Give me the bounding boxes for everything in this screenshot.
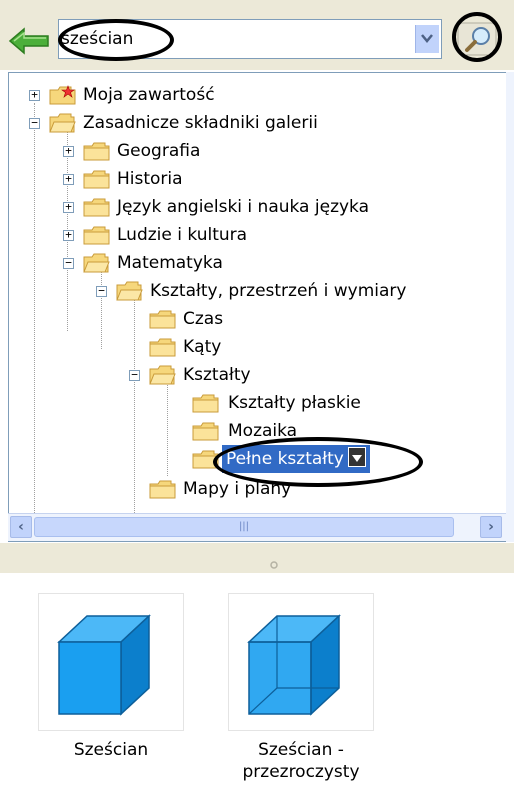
expand-icon[interactable]: + bbox=[63, 173, 74, 185]
tree-item-label: Kąty bbox=[183, 337, 222, 357]
result-caption: Sześcian bbox=[38, 739, 184, 761]
cube-icon bbox=[57, 614, 151, 716]
tree-item-label: Mozaika bbox=[228, 421, 298, 441]
folder-icon bbox=[149, 480, 176, 499]
tree-item-geografia[interactable]: + Geografia bbox=[63, 137, 363, 165]
tree-item-ksztalty-plaskie[interactable]: Kształty płaskie bbox=[192, 389, 492, 417]
transparent-cube-icon bbox=[247, 614, 341, 716]
gallery-tree: + Moja zawartość − Zasadnicze składniki … bbox=[8, 72, 514, 542]
tree-item-label: Moja zawartość bbox=[83, 85, 215, 105]
tree-guide bbox=[34, 103, 35, 541]
tree-item-ksztalty-przestrzen[interactable]: − Kształty, przestrzeń i wymiary bbox=[96, 277, 506, 305]
tree-item-label: Czas bbox=[183, 309, 224, 329]
folder-icon bbox=[149, 310, 176, 329]
collapse-icon[interactable]: − bbox=[29, 117, 40, 129]
tree-item-ludzie-i-kultura[interactable]: + Ludzie i kultura bbox=[63, 221, 363, 249]
expand-icon[interactable]: + bbox=[63, 229, 74, 241]
tree-item-label: Pełne kształty bbox=[226, 449, 344, 469]
tree-item-label: Matematyka bbox=[117, 253, 223, 273]
tree-item-mapy-i-plany[interactable]: Mapy i plany bbox=[149, 475, 399, 503]
tree-item-czas[interactable]: Czas bbox=[149, 305, 349, 333]
star-folder-icon bbox=[49, 85, 76, 105]
chevron-down-icon bbox=[421, 34, 433, 43]
folder-open-icon bbox=[49, 113, 76, 133]
horizontal-scrollbar[interactable]: ‹ ||| › bbox=[8, 513, 506, 541]
result-item-szescian[interactable] bbox=[38, 593, 184, 731]
search-dropdown-button[interactable] bbox=[415, 25, 439, 53]
tree-item-jezyk-angielski[interactable]: + Język angielski i nauka języka bbox=[63, 193, 503, 221]
folder-icon bbox=[192, 450, 219, 469]
tree-item-matematyka[interactable]: − Matematyka bbox=[63, 249, 363, 277]
tree-item-label: Kształty płaskie bbox=[228, 393, 361, 413]
folder-icon bbox=[83, 226, 110, 245]
folder-icon bbox=[192, 394, 219, 413]
result-label: przezroczysty bbox=[242, 762, 360, 782]
folder-icon bbox=[149, 338, 176, 357]
tree-item-moja-zawartosc[interactable]: + Moja zawartość bbox=[29, 81, 429, 109]
expand-icon[interactable]: + bbox=[29, 89, 40, 101]
item-menu-button[interactable] bbox=[347, 447, 366, 467]
tree-item-katy[interactable]: Kąty bbox=[149, 333, 349, 361]
tree-guide bbox=[167, 376, 168, 476]
result-item-szescian-przezroczysty[interactable] bbox=[228, 593, 374, 731]
tree-item-zasadnicze[interactable]: − Zasadnicze składniki galerii bbox=[29, 109, 469, 137]
tree-item-label: Geografia bbox=[117, 141, 201, 161]
scroll-left-button[interactable]: ‹ bbox=[10, 516, 32, 538]
folder-icon bbox=[192, 422, 219, 441]
scroll-right-button[interactable]: › bbox=[480, 516, 502, 538]
back-arrow-icon[interactable] bbox=[8, 26, 52, 56]
search-input[interactable] bbox=[61, 26, 401, 52]
dropdown-arrow-icon bbox=[351, 455, 362, 462]
search-field bbox=[58, 19, 442, 59]
expand-icon[interactable]: + bbox=[63, 145, 74, 157]
toolbar bbox=[0, 0, 514, 70]
folder-icon bbox=[83, 142, 110, 161]
folder-icon bbox=[83, 170, 110, 189]
scroll-thumb[interactable]: ||| bbox=[34, 517, 454, 537]
tree-item-label: Język angielski i nauka języka bbox=[117, 197, 370, 217]
folder-icon bbox=[83, 198, 110, 217]
splitter-grip-icon bbox=[270, 561, 278, 569]
tree-item-label: Kształty, przestrzeń i wymiary bbox=[150, 281, 407, 301]
tree-item-label: Kształty bbox=[183, 365, 251, 385]
collapse-icon[interactable]: − bbox=[96, 285, 107, 297]
folder-open-icon bbox=[149, 365, 176, 385]
expand-icon[interactable]: + bbox=[63, 201, 74, 213]
collapse-icon[interactable]: − bbox=[129, 369, 140, 381]
tree-item-historia[interactable]: + Historia bbox=[63, 165, 363, 193]
collapse-icon[interactable]: − bbox=[63, 257, 74, 269]
results-pane: Sześcian Sześcian - przezroczysty bbox=[0, 573, 514, 794]
result-label: Sześcian - bbox=[258, 740, 344, 760]
folder-open-icon bbox=[116, 281, 143, 301]
magnifier-icon[interactable] bbox=[452, 15, 502, 61]
vertical-scrollbar[interactable] bbox=[506, 72, 514, 542]
tree-item-label: Mapy i plany bbox=[183, 479, 292, 499]
result-label: Sześcian bbox=[73, 740, 149, 760]
tree-item-label: Historia bbox=[117, 169, 183, 189]
tree-item-label: Ludzie i kultura bbox=[117, 225, 248, 245]
tree-item-label: Zasadnicze składniki galerii bbox=[83, 113, 318, 133]
tree-item-ksztalty[interactable]: − Kształty bbox=[129, 361, 379, 389]
tree-guide bbox=[134, 295, 135, 525]
pane-splitter[interactable] bbox=[0, 543, 514, 573]
tree-item-selected: Pełne kształty bbox=[222, 445, 370, 473]
result-caption: Sześcian - przezroczysty bbox=[228, 739, 374, 783]
tree-item-pelne-ksztalty[interactable]: Pełne kształty bbox=[192, 445, 412, 473]
tree-item-mozaika[interactable]: Mozaika bbox=[192, 417, 392, 445]
folder-open-icon bbox=[83, 253, 110, 273]
